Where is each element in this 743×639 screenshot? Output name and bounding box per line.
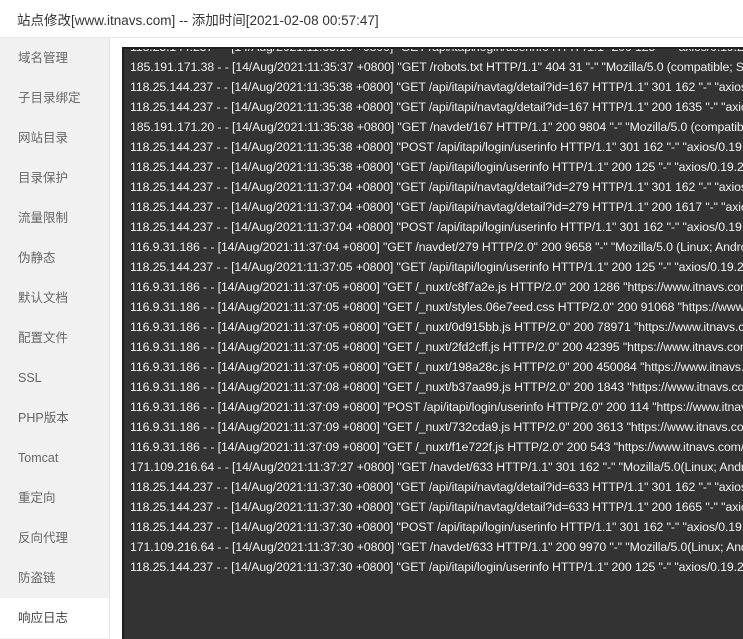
log-line: 118.25.144.237 - - [14/Aug/2021:11:35:16…	[130, 47, 743, 54]
panel-top-gap	[110, 38, 743, 47]
sidebar-item-label: 默认文档	[18, 291, 69, 305]
log-line: 118.25.144.237 - - [14/Aug/2021:11:35:38…	[130, 100, 743, 114]
log-line: 116.9.31.186 - - [14/Aug/2021:11:37:08 +…	[130, 380, 743, 394]
sidebar-menu: 域名管理子目录绑定网站目录目录保护流量限制伪静态默认文档配置文件 SSL PHP版本…	[0, 38, 110, 639]
sidebar-item-2[interactable]: 网站目录	[0, 118, 109, 158]
log-line: 118.25.144.237 - - [14/Aug/2021:11:37:04…	[130, 180, 743, 194]
log-line: 116.9.31.186 - - [14/Aug/2021:11:37:04 +…	[130, 240, 743, 254]
sidebar-item-13[interactable]: 防盗链	[0, 558, 109, 598]
log-line: 116.9.31.186 - - [14/Aug/2021:11:37:09 +…	[130, 400, 743, 414]
sidebar-item-11[interactable]: 重定向	[0, 478, 109, 518]
log-line: 171.109.216.64 - - [14/Aug/2021:11:37:27…	[130, 460, 743, 474]
log-line: 118.25.144.237 - - [14/Aug/2021:11:37:30…	[130, 480, 743, 494]
sidebar-item-0[interactable]: 域名管理	[0, 38, 109, 78]
response-log-panel[interactable]: 118.25.144.237 - - [14/Aug/2021:11:35:16…	[122, 47, 743, 639]
sidebar-item-label: 配置文件	[18, 331, 69, 345]
log-line: 116.9.31.186 - - [14/Aug/2021:11:37:09 +…	[130, 440, 743, 454]
sidebar-item-3[interactable]: 目录保护	[0, 158, 109, 198]
panel-gutter	[110, 38, 122, 639]
log-line: 116.9.31.186 - - [14/Aug/2021:11:37:05 +…	[130, 340, 743, 354]
sidebar-item-label: 网站目录	[18, 131, 69, 145]
sidebar-item-label: 伪静态	[18, 251, 56, 265]
log-line: 118.25.144.237 - - [14/Aug/2021:11:35:38…	[130, 140, 743, 154]
log-line: 116.9.31.186 - - [14/Aug/2021:11:37:09 +…	[130, 420, 743, 434]
log-line: 116.9.31.186 - - [14/Aug/2021:11:37:05 +…	[130, 300, 743, 314]
sidebar-item-12[interactable]: 反向代理	[0, 518, 109, 558]
log-line: 116.9.31.186 - - [14/Aug/2021:11:37:05 +…	[130, 360, 743, 374]
sidebar-item-label: 域名管理	[18, 51, 69, 65]
sidebar-item-6[interactable]: 默认文档	[0, 278, 109, 318]
sidebar-item-10[interactable]: Tomcat	[0, 438, 109, 478]
sidebar-item-14[interactable]: 响应日志	[0, 598, 109, 638]
log-line: 118.25.144.237 - - [14/Aug/2021:11:37:05…	[130, 260, 743, 274]
sidebar-item-label: 目录保护	[18, 171, 69, 185]
sidebar-item-5[interactable]: 伪静态	[0, 238, 109, 278]
log-line: 118.25.144.237 - - [14/Aug/2021:11:37:30…	[130, 560, 743, 574]
log-line: 118.25.144.237 - - [14/Aug/2021:11:37:04…	[130, 200, 743, 214]
sidebar-item-label: 重定向	[18, 491, 56, 505]
log-line: 185.191.171.20 - - [14/Aug/2021:11:35:38…	[130, 120, 743, 134]
sidebar-item-label: 防盗链	[18, 571, 56, 585]
window-header: 站点修改[www.itnavs.com] -- 添加时间[2021-02-08 …	[0, 0, 743, 38]
sidebar-item-7[interactable]: 配置文件	[0, 318, 109, 358]
sidebar-item-label: 响应日志	[18, 611, 69, 625]
log-line: 118.25.144.237 - - [14/Aug/2021:11:37:30…	[130, 500, 743, 514]
sidebar-item-label: 流量限制	[18, 211, 69, 225]
log-line: 116.9.31.186 - - [14/Aug/2021:11:37:05 +…	[130, 320, 743, 334]
sidebar-item-9[interactable]: PHP版本	[0, 398, 109, 438]
sidebar-item-label: SSL	[18, 371, 42, 385]
sidebar-item-1[interactable]: 子目录绑定	[0, 78, 109, 118]
sidebar-item-4[interactable]: 流量限制	[0, 198, 109, 238]
log-line: 118.25.144.237 - - [14/Aug/2021:11:37:04…	[130, 220, 743, 234]
sidebar-item-label: 反向代理	[18, 531, 69, 545]
sidebar-item-8[interactable]: SSL	[0, 358, 109, 398]
log-line: 116.9.31.186 - - [14/Aug/2021:11:37:05 +…	[130, 280, 743, 294]
site-settings-window: 站点修改[www.itnavs.com] -- 添加时间[2021-02-08 …	[0, 0, 743, 639]
log-line: 185.191.171.38 - - [14/Aug/2021:11:35:37…	[130, 60, 743, 74]
log-lines-container: 118.25.144.237 - - [14/Aug/2021:11:35:16…	[124, 47, 743, 577]
sidebar-item-label: PHP版本	[18, 411, 69, 425]
log-line: 118.25.144.237 - - [14/Aug/2021:11:37:30…	[130, 520, 743, 534]
log-line: 171.109.216.64 - - [14/Aug/2021:11:37:30…	[130, 540, 743, 554]
log-line: 118.25.144.237 - - [14/Aug/2021:11:35:38…	[130, 160, 743, 174]
sidebar-item-label: Tomcat	[18, 451, 59, 465]
page-title: 站点修改[www.itnavs.com] -- 添加时间[2021-02-08 …	[17, 12, 379, 28]
sidebar-item-label: 子目录绑定	[18, 91, 81, 105]
log-line: 118.25.144.237 - - [14/Aug/2021:11:35:38…	[130, 80, 743, 94]
